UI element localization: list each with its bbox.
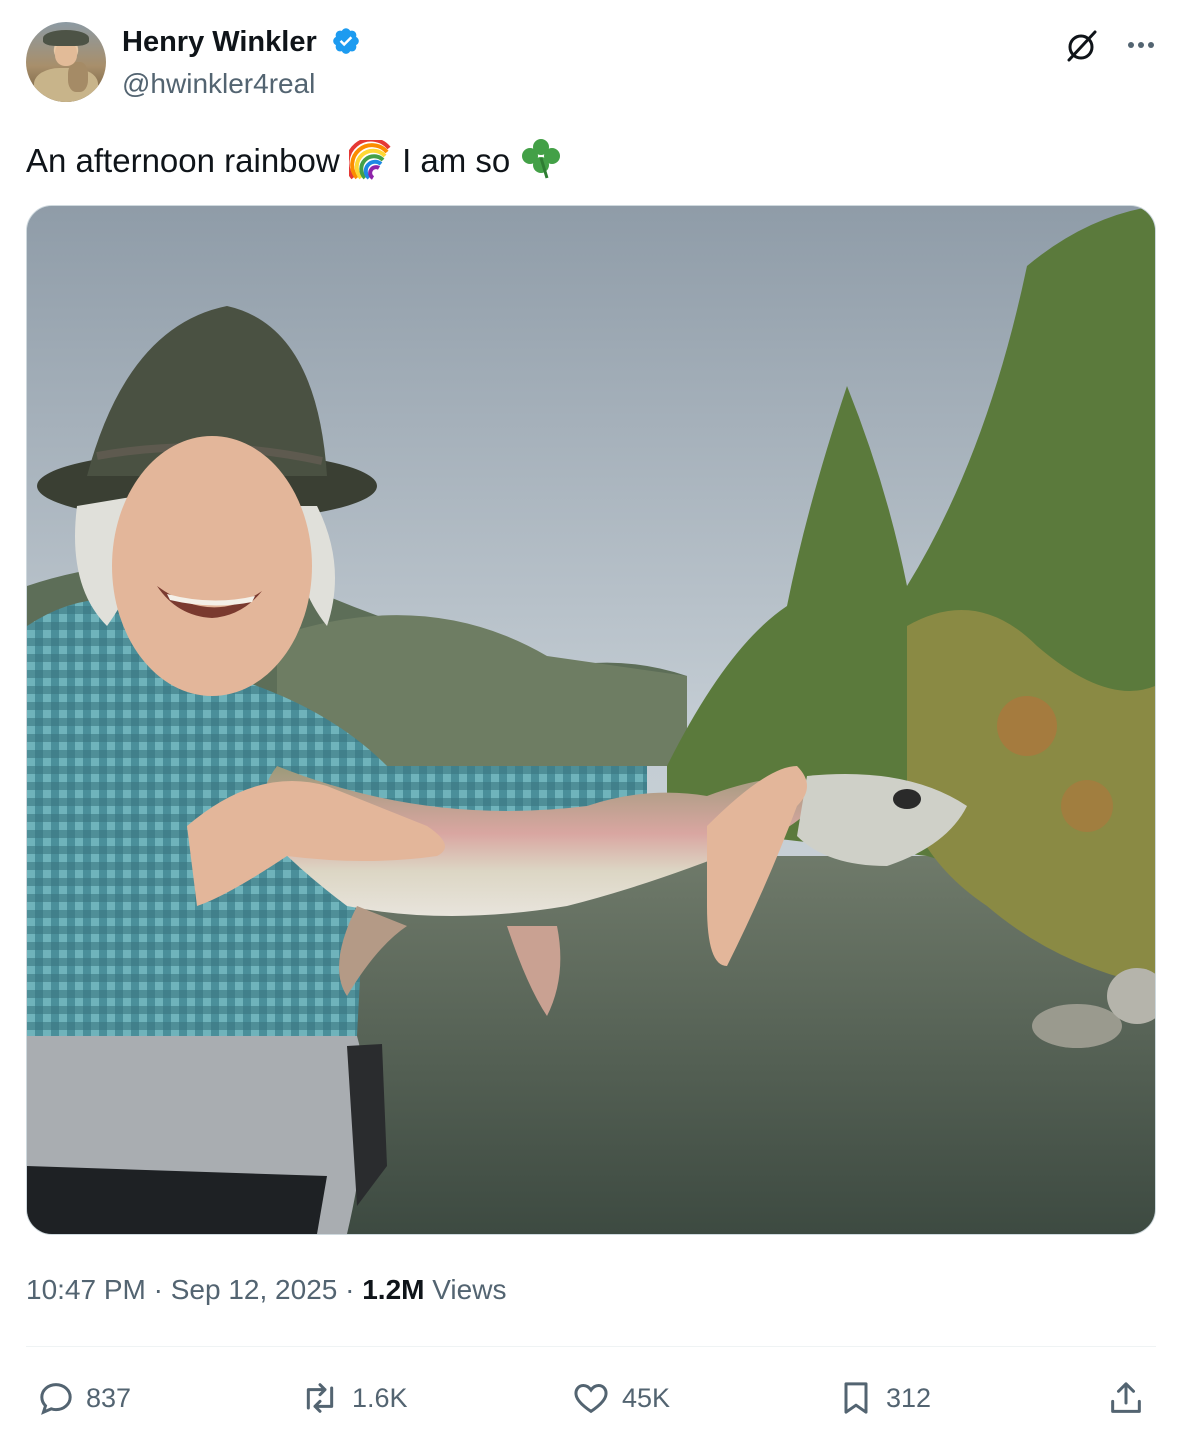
repost-button[interactable]: 1.6K bbox=[298, 1370, 408, 1426]
reply-button[interactable]: 837 bbox=[36, 1370, 131, 1426]
tweet-date[interactable]: Sep 12, 2025 bbox=[171, 1274, 338, 1305]
views-label: Views bbox=[432, 1274, 507, 1305]
meta-separator: · bbox=[345, 1274, 355, 1305]
divider bbox=[26, 1346, 1156, 1347]
tweet-text-part1: An afternoon rainbow bbox=[26, 142, 340, 179]
author-handle[interactable]: @hwinkler4real bbox=[122, 68, 315, 100]
tweet-text-part2: I am so bbox=[402, 142, 511, 179]
more-icon[interactable] bbox=[1126, 30, 1156, 65]
like-button[interactable]: 45K bbox=[570, 1370, 670, 1426]
bookmark-count: 312 bbox=[886, 1382, 932, 1413]
reply-icon bbox=[40, 1383, 72, 1415]
photo-illustration bbox=[27, 206, 1155, 1234]
author-avatar[interactable] bbox=[26, 22, 106, 102]
author-name-row[interactable]: Henry Winkler bbox=[122, 26, 361, 64]
tweet-time[interactable]: 10:47 PM bbox=[26, 1274, 146, 1305]
rainbow-emoji-icon bbox=[345, 137, 393, 190]
heart-icon bbox=[574, 1383, 608, 1414]
tweet-text: An afternoon rainbow I am so bbox=[26, 136, 563, 190]
tweet-meta: 10:47 PM · Sep 12, 2025 · 1.2M Views bbox=[26, 1274, 506, 1306]
meta-separator: · bbox=[153, 1274, 163, 1305]
tweet-photo[interactable] bbox=[26, 205, 1156, 1235]
bookmark-button[interactable]: 312 bbox=[836, 1370, 931, 1426]
grok-icon[interactable] bbox=[1064, 28, 1100, 69]
share-icon bbox=[1111, 1382, 1141, 1413]
repost-count: 1.6K bbox=[352, 1382, 408, 1413]
four-leaf-clover-emoji-icon bbox=[519, 136, 563, 190]
views-count: 1.2M bbox=[362, 1274, 425, 1305]
author-name[interactable]: Henry Winkler bbox=[122, 26, 317, 58]
bookmark-icon bbox=[844, 1382, 868, 1414]
repost-icon bbox=[306, 1383, 334, 1413]
tweet-header: Henry Winkler @hwinkler4real bbox=[26, 22, 1156, 106]
share-button[interactable] bbox=[1106, 1370, 1156, 1426]
like-count: 45K bbox=[622, 1382, 671, 1413]
action-bar: 837 1.6K 45K 312 bbox=[26, 1370, 1156, 1426]
reply-count: 837 bbox=[86, 1382, 132, 1413]
verified-badge-icon[interactable] bbox=[331, 26, 361, 64]
